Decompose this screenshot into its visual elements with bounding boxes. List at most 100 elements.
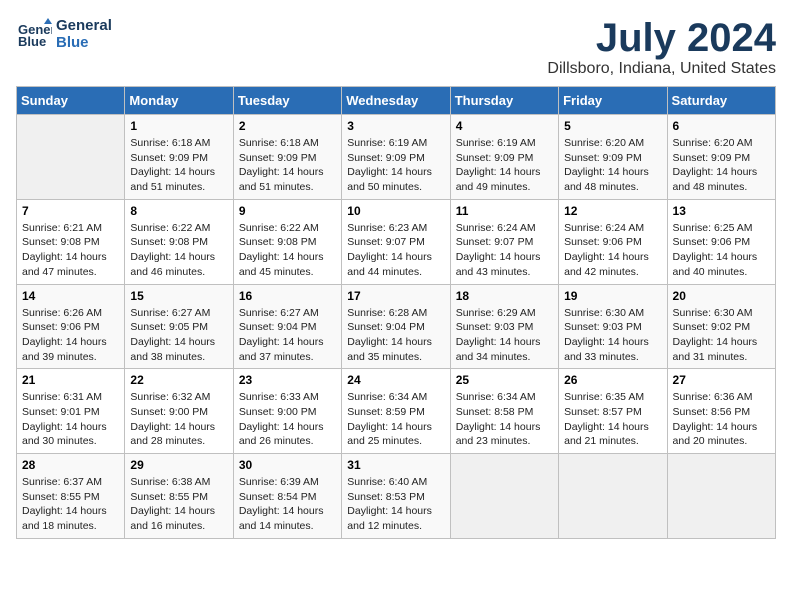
calendar-cell: 5 Sunrise: 6:20 AM Sunset: 9:09 PM Daylig… bbox=[559, 115, 667, 200]
day-info: Sunrise: 6:24 AM Sunset: 9:07 PM Dayligh… bbox=[456, 221, 553, 280]
day-number: 14 bbox=[22, 289, 119, 303]
calendar-cell: 18 Sunrise: 6:29 AM Sunset: 9:03 PM Dayli… bbox=[450, 284, 558, 369]
day-info: Sunrise: 6:33 AM Sunset: 9:00 PM Dayligh… bbox=[239, 390, 336, 449]
day-info: Sunrise: 6:23 AM Sunset: 9:07 PM Dayligh… bbox=[347, 221, 444, 280]
day-info: Sunrise: 6:37 AM Sunset: 8:55 PM Dayligh… bbox=[22, 475, 119, 534]
day-header-wednesday: Wednesday bbox=[342, 87, 450, 115]
day-header-thursday: Thursday bbox=[450, 87, 558, 115]
logo-line2: Blue bbox=[56, 34, 112, 51]
logo-line1: General bbox=[56, 17, 112, 34]
day-number: 15 bbox=[130, 289, 227, 303]
day-number: 20 bbox=[673, 289, 770, 303]
calendar-cell: 31Sunrise: 6:40 AM Sunset: 8:53 PM Dayli… bbox=[342, 454, 450, 539]
calendar-cell: 30Sunrise: 6:39 AM Sunset: 8:54 PM Dayli… bbox=[233, 454, 341, 539]
day-number: 1 bbox=[130, 119, 227, 133]
day-number: 23 bbox=[239, 373, 336, 387]
calendar-cell: 11 Sunrise: 6:24 AM Sunset: 9:07 PM Dayli… bbox=[450, 199, 558, 284]
day-number: 10 bbox=[347, 204, 444, 218]
day-info: Sunrise: 6:19 AM Sunset: 9:09 PM Dayligh… bbox=[347, 136, 444, 195]
day-header-tuesday: Tuesday bbox=[233, 87, 341, 115]
day-number: 17 bbox=[347, 289, 444, 303]
day-number: 18 bbox=[456, 289, 553, 303]
day-info: Sunrise: 6:25 AM Sunset: 9:06 PM Dayligh… bbox=[673, 221, 770, 280]
day-info: Sunrise: 6:18 AM Sunset: 9:09 PM Dayligh… bbox=[239, 136, 336, 195]
logo-icon: General Blue bbox=[16, 16, 52, 52]
day-info: Sunrise: 6:27 AM Sunset: 9:05 PM Dayligh… bbox=[130, 306, 227, 365]
calendar-cell: 27Sunrise: 6:36 AM Sunset: 8:56 PM Dayli… bbox=[667, 369, 775, 454]
day-header-friday: Friday bbox=[559, 87, 667, 115]
day-info: Sunrise: 6:39 AM Sunset: 8:54 PM Dayligh… bbox=[239, 475, 336, 534]
day-number: 22 bbox=[130, 373, 227, 387]
day-info: Sunrise: 6:38 AM Sunset: 8:55 PM Dayligh… bbox=[130, 475, 227, 534]
day-number: 26 bbox=[564, 373, 661, 387]
calendar-cell: 15 Sunrise: 6:27 AM Sunset: 9:05 PM Dayli… bbox=[125, 284, 233, 369]
day-info: Sunrise: 6:26 AM Sunset: 9:06 PM Dayligh… bbox=[22, 306, 119, 365]
day-number: 5 bbox=[564, 119, 661, 133]
calendar-cell: 14 Sunrise: 6:26 AM Sunset: 9:06 PM Dayli… bbox=[17, 284, 125, 369]
week-row-0: 1 Sunrise: 6:18 AM Sunset: 9:09 PM Daylig… bbox=[17, 115, 776, 200]
day-info: Sunrise: 6:34 AM Sunset: 8:58 PM Dayligh… bbox=[456, 390, 553, 449]
subtitle: Dillsboro, Indiana, United States bbox=[547, 60, 776, 78]
page-header: General Blue General Blue July 2024 Dill… bbox=[16, 16, 776, 78]
day-number: 16 bbox=[239, 289, 336, 303]
day-info: Sunrise: 6:34 AM Sunset: 8:59 PM Dayligh… bbox=[347, 390, 444, 449]
svg-text:Blue: Blue bbox=[18, 34, 46, 49]
day-number: 24 bbox=[347, 373, 444, 387]
day-number: 25 bbox=[456, 373, 553, 387]
days-header-row: SundayMondayTuesdayWednesdayThursdayFrid… bbox=[17, 87, 776, 115]
day-info: Sunrise: 6:27 AM Sunset: 9:04 PM Dayligh… bbox=[239, 306, 336, 365]
calendar-cell: 26 Sunrise: 6:35 AM Sunset: 8:57 PM Dayli… bbox=[559, 369, 667, 454]
logo: General Blue General Blue bbox=[16, 16, 112, 52]
day-number: 7 bbox=[22, 204, 119, 218]
calendar-cell: 8 Sunrise: 6:22 AM Sunset: 9:08 PM Daylig… bbox=[125, 199, 233, 284]
day-info: Sunrise: 6:24 AM Sunset: 9:06 PM Dayligh… bbox=[564, 221, 661, 280]
day-number: 3 bbox=[347, 119, 444, 133]
day-number: 9 bbox=[239, 204, 336, 218]
day-info: Sunrise: 6:22 AM Sunset: 9:08 PM Dayligh… bbox=[239, 221, 336, 280]
calendar-cell: 3 Sunrise: 6:19 AM Sunset: 9:09 PM Daylig… bbox=[342, 115, 450, 200]
calendar-cell: 10 Sunrise: 6:23 AM Sunset: 9:07 PM Dayli… bbox=[342, 199, 450, 284]
week-row-3: 21 Sunrise: 6:31 AM Sunset: 9:01 PM Dayli… bbox=[17, 369, 776, 454]
day-number: 8 bbox=[130, 204, 227, 218]
calendar-cell: 2 Sunrise: 6:18 AM Sunset: 9:09 PM Daylig… bbox=[233, 115, 341, 200]
calendar-cell: 7 Sunrise: 6:21 AM Sunset: 9:08 PM Daylig… bbox=[17, 199, 125, 284]
day-number: 19 bbox=[564, 289, 661, 303]
day-info: Sunrise: 6:20 AM Sunset: 9:09 PM Dayligh… bbox=[564, 136, 661, 195]
calendar-cell: 6Sunrise: 6:20 AM Sunset: 9:09 PM Daylig… bbox=[667, 115, 775, 200]
week-row-2: 14 Sunrise: 6:26 AM Sunset: 9:06 PM Dayli… bbox=[17, 284, 776, 369]
day-info: Sunrise: 6:21 AM Sunset: 9:08 PM Dayligh… bbox=[22, 221, 119, 280]
day-info: Sunrise: 6:32 AM Sunset: 9:00 PM Dayligh… bbox=[130, 390, 227, 449]
day-number: 2 bbox=[239, 119, 336, 133]
calendar-cell bbox=[667, 454, 775, 539]
week-row-4: 28 Sunrise: 6:37 AM Sunset: 8:55 PM Dayli… bbox=[17, 454, 776, 539]
day-info: Sunrise: 6:18 AM Sunset: 9:09 PM Dayligh… bbox=[130, 136, 227, 195]
calendar-cell: 20 Sunrise: 6:30 AM Sunset: 9:02 PM Dayli… bbox=[667, 284, 775, 369]
day-info: Sunrise: 6:30 AM Sunset: 9:02 PM Dayligh… bbox=[673, 306, 770, 365]
calendar-cell: 25 Sunrise: 6:34 AM Sunset: 8:58 PM Dayli… bbox=[450, 369, 558, 454]
day-number: 13 bbox=[673, 204, 770, 218]
day-info: Sunrise: 6:30 AM Sunset: 9:03 PM Dayligh… bbox=[564, 306, 661, 365]
calendar-cell: 9 Sunrise: 6:22 AM Sunset: 9:08 PM Daylig… bbox=[233, 199, 341, 284]
title-area: July 2024 Dillsboro, Indiana, United Sta… bbox=[547, 16, 776, 78]
day-number: 11 bbox=[456, 204, 553, 218]
main-title: July 2024 bbox=[547, 16, 776, 60]
day-info: Sunrise: 6:36 AM Sunset: 8:56 PM Dayligh… bbox=[673, 390, 770, 449]
calendar-cell: 28 Sunrise: 6:37 AM Sunset: 8:55 PM Dayli… bbox=[17, 454, 125, 539]
day-number: 29 bbox=[130, 458, 227, 472]
day-info: Sunrise: 6:22 AM Sunset: 9:08 PM Dayligh… bbox=[130, 221, 227, 280]
calendar-cell: 13 Sunrise: 6:25 AM Sunset: 9:06 PM Dayli… bbox=[667, 199, 775, 284]
calendar-cell: 22 Sunrise: 6:32 AM Sunset: 9:00 PM Dayli… bbox=[125, 369, 233, 454]
day-info: Sunrise: 6:29 AM Sunset: 9:03 PM Dayligh… bbox=[456, 306, 553, 365]
day-info: Sunrise: 6:31 AM Sunset: 9:01 PM Dayligh… bbox=[22, 390, 119, 449]
day-info: Sunrise: 6:28 AM Sunset: 9:04 PM Dayligh… bbox=[347, 306, 444, 365]
day-header-saturday: Saturday bbox=[667, 87, 775, 115]
day-header-monday: Monday bbox=[125, 87, 233, 115]
day-info: Sunrise: 6:35 AM Sunset: 8:57 PM Dayligh… bbox=[564, 390, 661, 449]
day-number: 28 bbox=[22, 458, 119, 472]
calendar-cell: 4Sunrise: 6:19 AM Sunset: 9:09 PM Daylig… bbox=[450, 115, 558, 200]
day-header-sunday: Sunday bbox=[17, 87, 125, 115]
calendar-cell: 24 Sunrise: 6:34 AM Sunset: 8:59 PM Dayli… bbox=[342, 369, 450, 454]
day-info: Sunrise: 6:19 AM Sunset: 9:09 PM Dayligh… bbox=[456, 136, 553, 195]
day-number: 21 bbox=[22, 373, 119, 387]
calendar-cell: 12Sunrise: 6:24 AM Sunset: 9:06 PM Dayli… bbox=[559, 199, 667, 284]
